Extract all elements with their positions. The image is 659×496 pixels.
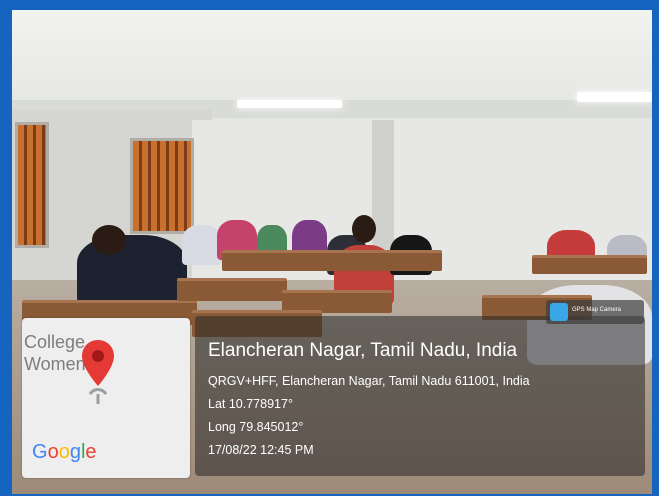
- google-logo-letter: g: [69, 441, 81, 463]
- google-logo-letter: e: [85, 441, 97, 463]
- student-head: [92, 225, 126, 255]
- desk: [177, 278, 287, 301]
- student-head: [352, 215, 376, 243]
- datetime-text: 17/08/22 12:45 PM: [208, 443, 314, 457]
- gps-map-camera-badge: GPS Map Camera: [546, 300, 644, 324]
- address-text: QRGV+HFF, Elancheran Nagar, Tamil Nadu 6…: [208, 374, 530, 388]
- badge-label: GPS Map Camera: [572, 307, 622, 313]
- desk: [222, 250, 442, 271]
- tube-light: [577, 92, 652, 102]
- tube-light: [237, 100, 342, 108]
- window: [130, 138, 194, 234]
- google-logo-letter: G: [32, 441, 48, 463]
- longitude-text: Long 79.845012°: [208, 420, 304, 434]
- google-logo-letter: o: [58, 441, 70, 463]
- latitude-text: Lat 10.778917°: [208, 397, 293, 411]
- map-label-college: College: [24, 332, 86, 352]
- map-label-women: Women: [24, 354, 86, 374]
- student: [182, 225, 222, 265]
- window: [15, 122, 49, 248]
- location-title: Elancheran Nagar, Tamil Nadu, India: [208, 340, 518, 361]
- map-thumbnail: College Women Google: [22, 318, 190, 478]
- desk: [532, 255, 647, 274]
- map-pin-icon: [82, 340, 114, 404]
- google-logo-letter: o: [47, 441, 59, 463]
- google-logo: Google: [32, 441, 97, 464]
- gps-map-camera-icon: [550, 303, 568, 321]
